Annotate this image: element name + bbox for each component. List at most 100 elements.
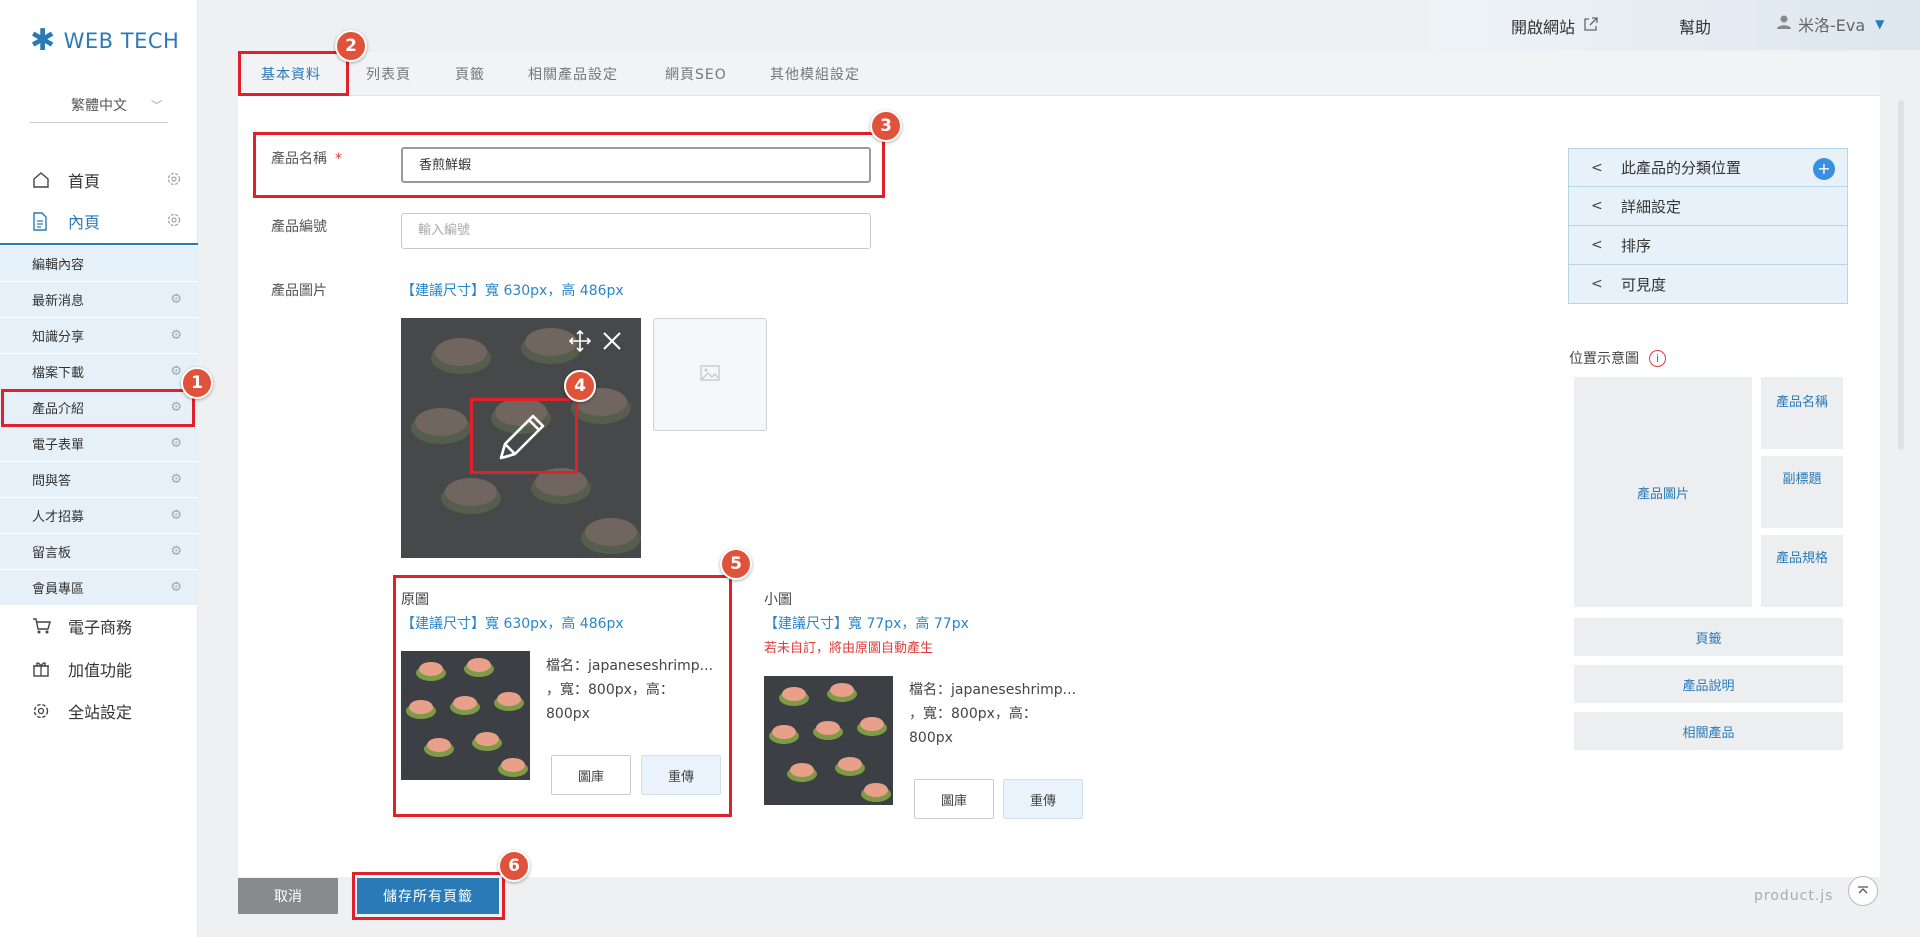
gear-icon[interactable]: ⚙ [170, 472, 182, 487]
sidebar-item-label: 首頁 [68, 172, 101, 191]
image-placeholder-icon [700, 364, 720, 385]
caret-down-icon: ▼ [1875, 17, 1885, 31]
sidebar-item-edit-content[interactable]: 編輯內容 [0, 246, 198, 282]
gear-icon[interactable] [166, 171, 182, 191]
annotation-badge-2: 2 [335, 30, 367, 62]
gear-icon[interactable] [166, 212, 182, 232]
gear-icon[interactable]: ⚙ [170, 364, 182, 379]
position-box-spec: 產品規格 [1761, 535, 1843, 607]
close-icon[interactable] [602, 331, 622, 355]
gear-icon[interactable]: ⚙ [170, 508, 182, 523]
sidebar-item-site-settings[interactable]: 全站設定 [0, 691, 198, 731]
gear-icon[interactable]: ⚙ [170, 544, 182, 559]
small-size-hint: 【建議尺寸】寬 77px，高 77px [764, 616, 969, 632]
home-icon [32, 171, 52, 189]
sidebar-item-label: 人才招募 [32, 510, 85, 525]
sidebar-item-ecommerce[interactable]: 電子商務 [0, 606, 198, 646]
sidebar-item-news[interactable]: 最新消息 ⚙ [0, 282, 198, 318]
product-code-input[interactable]: 輸入編號 [401, 213, 871, 249]
small-thumbnail [764, 676, 893, 805]
help-label: 幫助 [1679, 18, 1712, 37]
user-icon [1776, 14, 1792, 34]
sidebar-item-addons[interactable]: 加值功能 [0, 649, 198, 689]
language-select[interactable]: 繁體中文 ﹀ [30, 95, 168, 123]
shrimp-photo [764, 676, 893, 805]
position-box-subtitle: 副標題 [1761, 456, 1843, 528]
annotation-box-5 [393, 575, 732, 817]
position-box-related: 相關產品 [1574, 712, 1843, 750]
logo-mark-icon: ✱ [30, 23, 56, 58]
add-icon[interactable]: + [1813, 158, 1835, 180]
scroll-to-top-button[interactable] [1848, 876, 1878, 906]
user-menu[interactable]: 米洛-Eva ▼ [1776, 12, 1884, 36]
chevron-left-icon: < [1591, 237, 1603, 253]
file-height: 800px [909, 730, 953, 746]
accordion-category-position[interactable]: < 此產品的分類位置 + [1568, 148, 1848, 187]
sidebar-item-members[interactable]: 會員專區 ⚙ [0, 570, 198, 606]
sidebar-item-label: 加值功能 [68, 661, 133, 680]
position-box-tabs: 頁籤 [1574, 618, 1843, 656]
help-link[interactable]: 幫助 [1679, 14, 1711, 38]
accordion-label: 此產品的分類位置 [1621, 159, 1742, 177]
open-site-label: 開啟網站 [1511, 18, 1576, 37]
logo-text: WEB TECH [63, 29, 180, 53]
tab-bar: 基本資料 列表頁 頁籤 相關產品設定 網頁SEO 其他模組設定 [238, 52, 1880, 96]
sidebar-item-label: 留言板 [32, 546, 72, 561]
product-image-label: 產品圖片 [271, 283, 327, 299]
open-site-link[interactable]: 開啟網站 [1511, 14, 1599, 38]
annotation-box-2 [238, 51, 349, 96]
sidebar-item-guestbook[interactable]: 留言板 ⚙ [0, 534, 198, 570]
sidebar-item-label: 問與答 [32, 474, 72, 489]
sidebar-item-label: 內頁 [68, 213, 101, 232]
accordion-visibility[interactable]: < 可見度 [1568, 265, 1848, 304]
move-icon[interactable] [568, 329, 592, 356]
file-name: 檔名：japaneseshrimp... [909, 682, 1077, 698]
annotation-badge-5: 5 [720, 548, 752, 580]
info-icon[interactable]: i [1649, 349, 1666, 367]
tab-other-modules[interactable]: 其他模組設定 [770, 64, 860, 84]
brand-logo[interactable]: ✱ WEB TECH [30, 26, 179, 56]
gear-icon [32, 702, 52, 720]
user-name: 米洛-Eva [1798, 16, 1866, 35]
sidebar-item-forms[interactable]: 電子表單 ⚙ [0, 426, 198, 462]
sidebar-item-label: 會員專區 [32, 582, 85, 597]
sidebar-item-home[interactable]: 首頁 [0, 160, 198, 200]
scrollbar[interactable] [1898, 100, 1904, 450]
cart-icon [32, 617, 52, 635]
tab-seo[interactable]: 網頁SEO [665, 64, 727, 84]
chevron-up-icon [1857, 883, 1869, 899]
sidebar-item-recruit[interactable]: 人才招募 ⚙ [0, 498, 198, 534]
add-image-slot[interactable] [653, 318, 767, 431]
gear-icon[interactable]: ⚙ [170, 436, 182, 451]
accordion-detail-settings[interactable]: < 詳細設定 [1568, 187, 1848, 226]
sidebar-item-downloads[interactable]: 檔案下載 ⚙ [0, 354, 198, 390]
annotation-box-4 [470, 398, 578, 474]
annotation-badge-3: 3 [870, 110, 902, 142]
sidebar-item-label: 知識分享 [32, 330, 85, 345]
tab-related-products[interactable]: 相關產品設定 [528, 64, 618, 84]
file-dimensions: ，寬：800px，高： [909, 706, 1037, 722]
gear-icon[interactable]: ⚙ [170, 328, 182, 343]
accordion-label: 詳細設定 [1621, 197, 1682, 216]
cancel-button[interactable]: 取消 [238, 878, 338, 914]
document-icon [32, 211, 52, 231]
annotation-badge-6: 6 [498, 850, 530, 882]
small-file-info: 檔名：japaneseshrimp... ，寬：800px，高： 800px [909, 678, 1076, 750]
tab-list-page[interactable]: 列表頁 [366, 64, 411, 84]
tab-tabs[interactable]: 頁籤 [455, 64, 485, 84]
small-title: 小圖 [764, 592, 792, 608]
small-library-button[interactable]: 圖庫 [914, 779, 994, 819]
position-box-image: 產品圖片 [1574, 377, 1752, 607]
annotation-box-3 [253, 132, 885, 198]
product-code-label: 產品編號 [271, 219, 327, 235]
gear-icon[interactable]: ⚙ [170, 292, 182, 307]
position-title-text: 位置示意圖 [1569, 351, 1639, 367]
small-reupload-button[interactable]: 重傳 [1003, 779, 1083, 819]
sidebar: ✱ WEB TECH 繁體中文 ﹀ 首頁 內頁 編輯內容 最新消息 ⚙ 知識分享 ⚙… [0, 0, 198, 937]
sidebar-item-faq[interactable]: 問與答 ⚙ [0, 462, 198, 498]
sidebar-item-inner-pages[interactable]: 內頁 [0, 201, 198, 245]
gear-icon[interactable]: ⚙ [170, 580, 182, 595]
annotation-box-1 [1, 389, 195, 427]
sidebar-item-knowledge[interactable]: 知識分享 ⚙ [0, 318, 198, 354]
accordion-sort[interactable]: < 排序 [1568, 226, 1848, 265]
